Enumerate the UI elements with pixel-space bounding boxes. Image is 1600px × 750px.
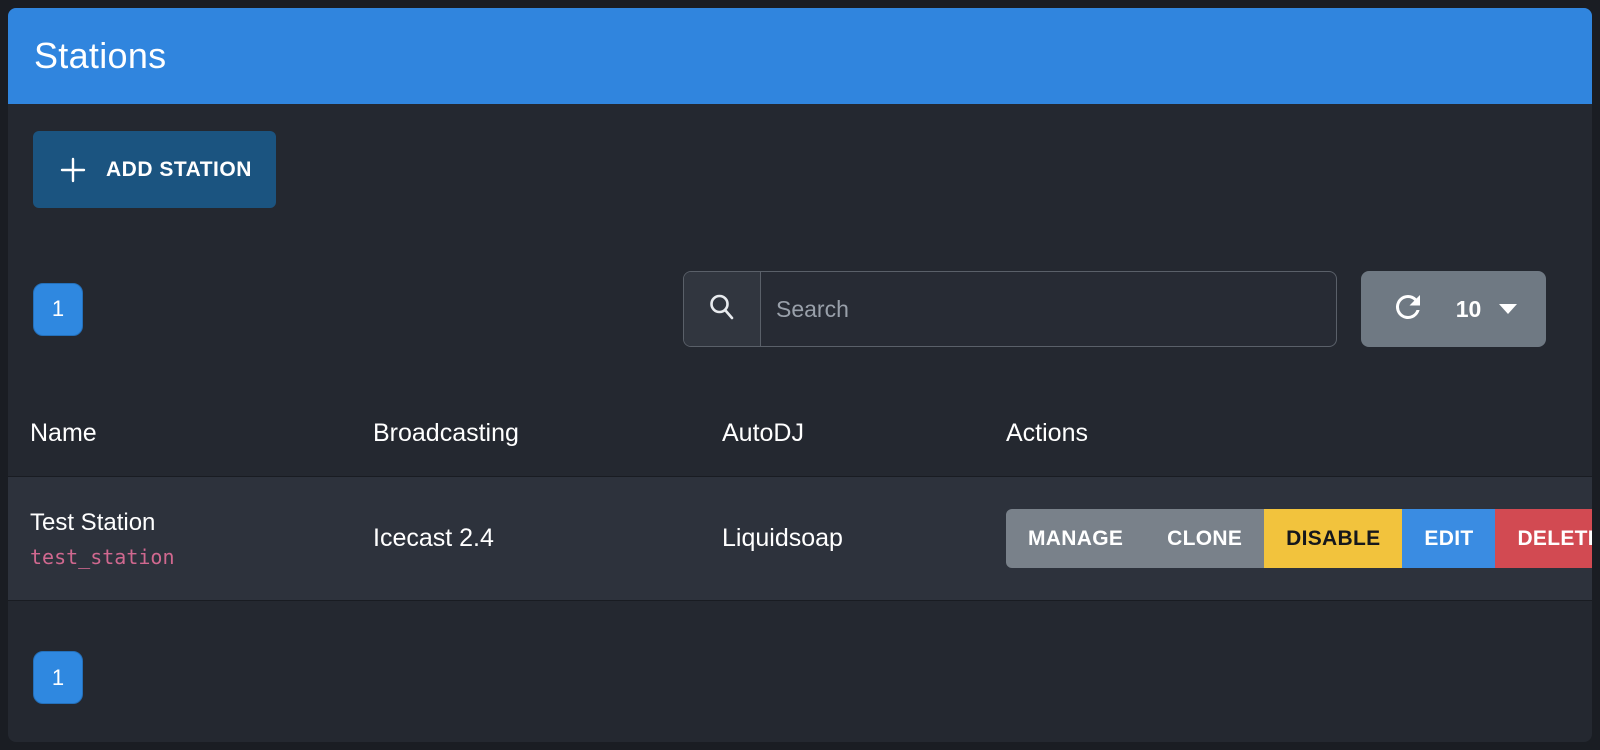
station-name-cell: Test Station test_station: [30, 509, 373, 569]
pagination-page-1-top[interactable]: 1: [33, 283, 83, 336]
station-broadcasting: Icecast 2.4: [373, 524, 722, 553]
table-header-row: Name Broadcasting AutoDJ Actions: [8, 390, 1592, 476]
manage-button[interactable]: MANAGE: [1006, 509, 1145, 568]
card-header: Stations: [8, 8, 1592, 104]
column-header-name: Name: [30, 419, 373, 448]
pagination-page-1-bottom[interactable]: 1: [33, 651, 83, 704]
search-input[interactable]: [761, 272, 1336, 346]
per-page-dropdown[interactable]: 10: [1456, 296, 1518, 323]
edit-button[interactable]: EDIT: [1402, 509, 1495, 568]
station-short-name: test_station: [30, 545, 373, 569]
search-icon: [706, 291, 738, 328]
add-station-label: ADD STATION: [106, 158, 252, 182]
disable-button[interactable]: DISABLE: [1264, 509, 1402, 568]
station-name: Test Station: [30, 509, 373, 537]
chevron-down-icon: [1499, 304, 1517, 314]
table-footer: 1: [8, 601, 1592, 704]
delete-button[interactable]: DELETE: [1495, 509, 1592, 568]
search-box: [683, 271, 1337, 347]
search-icon-segment: [684, 272, 761, 346]
add-station-button[interactable]: ADD STATION: [33, 131, 276, 208]
table-row: Test Station test_station Icecast 2.4 Li…: [8, 476, 1592, 601]
column-header-autodj: AutoDJ: [722, 419, 1006, 448]
clone-button[interactable]: CLONE: [1145, 509, 1264, 568]
station-actions-cell: MANAGE CLONE DISABLE EDIT DELETE: [1006, 509, 1592, 568]
column-header-actions: Actions: [1006, 419, 1570, 448]
station-actions-group: MANAGE CLONE DISABLE EDIT DELETE: [1006, 509, 1592, 568]
plus-icon: [57, 154, 89, 186]
column-header-broadcasting: Broadcasting: [373, 419, 722, 448]
refresh-icon: [1390, 289, 1426, 330]
refresh-button[interactable]: [1390, 289, 1426, 330]
per-page-value: 10: [1456, 296, 1482, 323]
refresh-perpage-group: 10: [1361, 271, 1546, 347]
controls-row: 1 10: [33, 271, 1546, 347]
stations-card: Stations ADD STATION 1: [8, 8, 1592, 742]
station-autodj: Liquidsoap: [722, 524, 1006, 553]
stations-table: Name Broadcasting AutoDJ Actions Test St…: [8, 390, 1592, 601]
page-title: Stations: [34, 35, 166, 77]
